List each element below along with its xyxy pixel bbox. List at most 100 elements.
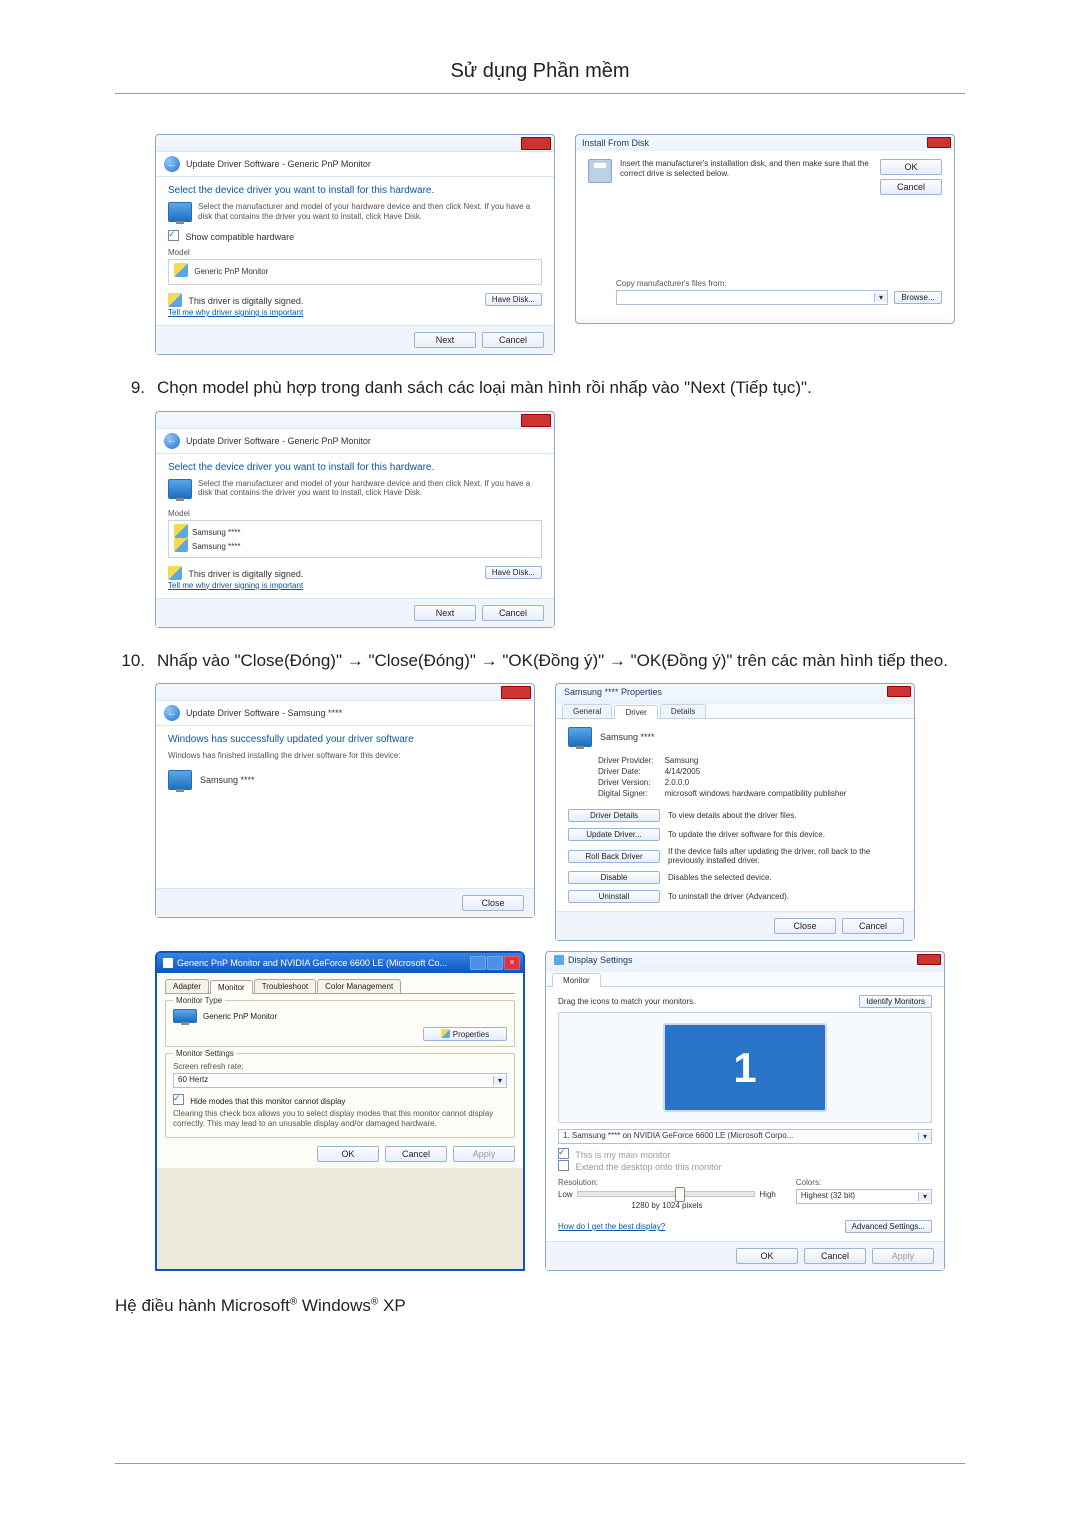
- extend-desktop-label: Extend the desktop onto this monitor: [576, 1162, 722, 1172]
- ok-button[interactable]: OK: [880, 159, 942, 175]
- show-compat-row: Show compatible hardware: [168, 230, 542, 242]
- dialog-heading: Windows has successfully updated your dr…: [168, 734, 522, 745]
- rollback-driver-text: If the device fails after updating the d…: [668, 847, 902, 865]
- label: Digital Signer:: [598, 788, 664, 799]
- monitor-select-combo[interactable]: 1. Samsung **** on NVIDIA GeForce 6600 L…: [558, 1129, 932, 1144]
- close-icon[interactable]: [521, 137, 551, 150]
- have-disk-button[interactable]: Have Disk...: [485, 566, 542, 579]
- browse-button[interactable]: Browse...: [894, 291, 942, 304]
- update-driver-text: To update the driver software for this d…: [668, 830, 902, 839]
- apply-button[interactable]: Apply: [453, 1146, 515, 1162]
- dialog-update-driver-samsung-list: ← Update Driver Software - Generic PnP M…: [155, 411, 555, 628]
- dialog-title: Display Settings: [568, 955, 633, 965]
- close-icon[interactable]: [927, 137, 951, 148]
- cancel-button[interactable]: Cancel: [482, 605, 544, 621]
- monitor-preview[interactable]: 1: [663, 1023, 827, 1112]
- tab-bar: Adapter Monitor Troubleshoot Color Manag…: [165, 979, 515, 994]
- hide-modes-checkbox[interactable]: [173, 1094, 184, 1105]
- close-button[interactable]: Close: [774, 918, 836, 934]
- cancel-button[interactable]: Cancel: [385, 1146, 447, 1162]
- tab-color-management[interactable]: Color Management: [317, 979, 401, 993]
- back-icon[interactable]: ←: [164, 705, 180, 721]
- close-icon[interactable]: [917, 954, 941, 965]
- step-text: Chọn model phù hợp trong danh sách các l…: [157, 375, 965, 401]
- cancel-button[interactable]: Cancel: [482, 332, 544, 348]
- tab-monitor[interactable]: Monitor: [552, 973, 601, 987]
- slider-thumb[interactable]: [675, 1187, 685, 1202]
- cancel-button[interactable]: Cancel: [880, 179, 942, 195]
- refresh-rate-label: Screen refresh rate:: [173, 1062, 507, 1071]
- chevron-down-icon[interactable]: ▾: [874, 293, 887, 302]
- main-monitor-checkbox: [558, 1148, 569, 1159]
- combo-value: 1. Samsung **** on NVIDIA GeForce 6600 L…: [559, 1130, 918, 1143]
- have-disk-button[interactable]: Have Disk...: [485, 293, 542, 306]
- uninstall-button[interactable]: Uninstall: [568, 890, 660, 903]
- close-icon[interactable]: [521, 414, 551, 427]
- dialog-title: Update Driver Software - Generic PnP Mon…: [186, 159, 371, 169]
- colors-combo[interactable]: Highest (32 bit) ▾: [796, 1189, 932, 1204]
- tab-details[interactable]: Details: [660, 704, 706, 718]
- shield-icon: [168, 293, 182, 307]
- colors-label: Colors:: [796, 1178, 932, 1187]
- tab-driver[interactable]: Driver: [614, 705, 657, 719]
- identify-monitors-button[interactable]: Identify Monitors: [859, 995, 932, 1008]
- ok-button[interactable]: OK: [736, 1248, 798, 1264]
- tab-general[interactable]: General: [562, 704, 612, 718]
- tab-adapter[interactable]: Adapter: [165, 979, 209, 993]
- maximize-icon[interactable]: [470, 956, 486, 970]
- monitor-icon: [168, 479, 192, 499]
- rollback-driver-button[interactable]: Roll Back Driver: [568, 850, 660, 863]
- apply-button[interactable]: Apply: [872, 1248, 934, 1264]
- resolution-slider[interactable]: [577, 1191, 756, 1197]
- chevron-down-icon[interactable]: ▾: [918, 1192, 931, 1201]
- show-compat-checkbox[interactable]: [168, 230, 179, 241]
- model-listbox[interactable]: Generic PnP Monitor: [168, 259, 542, 285]
- value: microsoft windows hardware compatibility…: [664, 788, 848, 799]
- back-icon[interactable]: ←: [164, 156, 180, 172]
- titlebar: [156, 412, 554, 428]
- ok-button[interactable]: OK: [317, 1146, 379, 1162]
- drag-hint: Drag the icons to match your monitors.: [558, 997, 695, 1006]
- disable-button[interactable]: Disable: [568, 871, 660, 884]
- step-number: 10.: [115, 648, 145, 674]
- driver-details-button[interactable]: Driver Details: [568, 809, 660, 822]
- properties-button[interactable]: Properties: [423, 1027, 507, 1041]
- back-icon[interactable]: ←: [164, 433, 180, 449]
- model-listbox[interactable]: Samsung **** Samsung ****: [168, 520, 542, 558]
- slider-low-label: Low: [558, 1190, 573, 1199]
- app-icon: [554, 955, 564, 965]
- titlebar: Install From Disk: [576, 135, 954, 151]
- cancel-button[interactable]: Cancel: [804, 1248, 866, 1264]
- dialog-title: Samsung **** Properties: [564, 687, 662, 697]
- dialog-update-driver-generic: ← Update Driver Software - Generic PnP M…: [155, 134, 555, 355]
- refresh-rate-combo[interactable]: 60 Hertz ▾: [173, 1073, 507, 1088]
- footer-rule: [115, 1463, 965, 1464]
- tell-me-link[interactable]: Tell me why driver signing is important: [168, 308, 303, 317]
- device-name: Samsung ****: [200, 775, 255, 785]
- update-driver-button[interactable]: Update Driver...: [568, 828, 660, 841]
- tab-troubleshoot[interactable]: Troubleshoot: [254, 979, 316, 993]
- combo-value: 60 Hertz: [174, 1074, 493, 1087]
- chevron-down-icon[interactable]: ▾: [918, 1132, 931, 1141]
- close-icon[interactable]: ×: [504, 956, 520, 970]
- close-icon[interactable]: [501, 686, 531, 699]
- dialog-title: Generic PnP Monitor and NVIDIA GeForce 6…: [177, 958, 447, 968]
- driver-details-text: To view details about the driver files.: [668, 811, 902, 820]
- close-button[interactable]: Close: [462, 895, 524, 911]
- chevron-down-icon[interactable]: ▾: [493, 1076, 506, 1085]
- cancel-button[interactable]: Cancel: [842, 918, 904, 934]
- driver-info-table: Driver Provider:Samsung Driver Date:4/14…: [598, 755, 847, 799]
- best-display-link[interactable]: How do I get the best display?: [558, 1222, 665, 1231]
- group-title: Monitor Settings: [173, 1049, 237, 1058]
- tab-monitor[interactable]: Monitor: [210, 980, 253, 994]
- shield-icon: [174, 538, 188, 552]
- advanced-settings-button[interactable]: Advanced Settings...: [845, 1220, 932, 1233]
- hint-text: Select the manufacturer and model of you…: [198, 479, 542, 499]
- next-button[interactable]: Next: [414, 605, 476, 621]
- model-item: Samsung ****: [192, 542, 240, 551]
- close-icon[interactable]: [887, 686, 911, 697]
- minimize-icon[interactable]: [487, 956, 503, 970]
- next-button[interactable]: Next: [414, 332, 476, 348]
- tell-me-link[interactable]: Tell me why driver signing is important: [168, 581, 303, 590]
- copy-from-combo[interactable]: ▾: [616, 290, 888, 305]
